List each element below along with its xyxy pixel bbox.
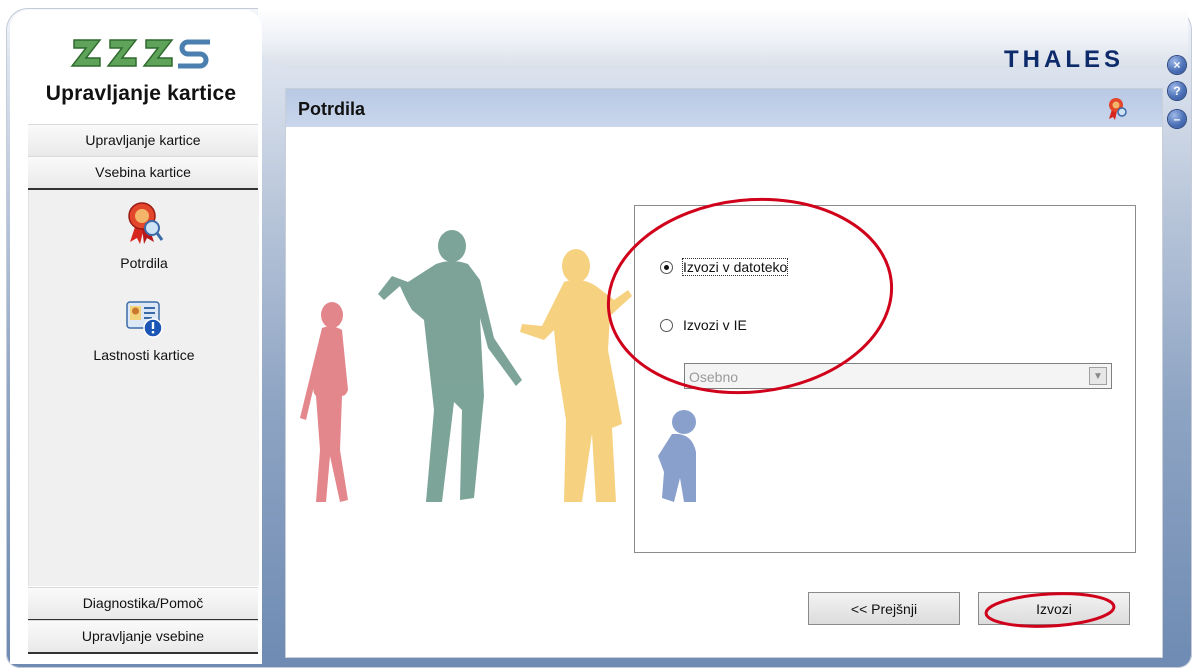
nav-diagnostika-pomoc[interactable]: Diagnostika/Pomoč — [28, 587, 258, 621]
export-button[interactable]: Izvozi — [978, 592, 1130, 625]
radio-button[interactable] — [660, 318, 673, 332]
page-title: Potrdila — [298, 99, 366, 119]
app-title: Upravljanje kartice — [45, 82, 237, 105]
nav-upravljanje-vsebine[interactable]: Upravljanje vsebine — [28, 620, 258, 654]
sidebar-item-label: Lastnosti kartice — [93, 347, 195, 363]
man-silhouette — [378, 230, 522, 502]
radio-label: Izvozi v IE — [683, 317, 747, 333]
close-icon[interactable]: × — [1168, 56, 1186, 74]
back-button[interactable]: << Prejšnji — [808, 592, 960, 625]
brand-logo: THALES — [1004, 46, 1124, 73]
certificate-icon — [1109, 98, 1127, 120]
radio-export-to-file[interactable]: Izvozi v datoteko — [660, 258, 789, 276]
sidebar-item-label: Potrdila — [120, 255, 168, 271]
nav-upravljanje-kartice[interactable]: Upravljanje kartice — [28, 124, 258, 158]
sidebar-icon-list: Potrdila Lastnosti kartice — [28, 190, 259, 586]
content-header: Potrdila — [286, 89, 1162, 127]
select-value: Osebno — [689, 369, 739, 385]
radio-button-selected[interactable] — [660, 260, 673, 274]
sidebar-item-lastnosti-kartice[interactable]: Lastnosti kartice — [29, 298, 259, 363]
radio-export-to-ie[interactable]: Izvozi v IE — [660, 317, 747, 333]
zzzs-logo — [70, 39, 210, 69]
sidebar-item-potrdila[interactable]: Potrdila — [29, 198, 259, 271]
girl-silhouette — [300, 302, 348, 502]
minimize-icon[interactable]: – — [1168, 110, 1186, 128]
radio-label: Izvozi v datoteko — [681, 258, 789, 276]
help-icon[interactable]: ? — [1168, 82, 1186, 100]
woman-silhouette — [520, 249, 632, 502]
certificate-icon — [128, 202, 164, 244]
card-properties-icon — [126, 301, 163, 338]
chevron-down-icon[interactable]: ▼ — [1089, 367, 1107, 385]
nav-vsebina-kartice[interactable]: Vsebina kartice — [28, 156, 258, 190]
certificate-store-select[interactable]: Osebno ▼ — [684, 363, 1112, 389]
